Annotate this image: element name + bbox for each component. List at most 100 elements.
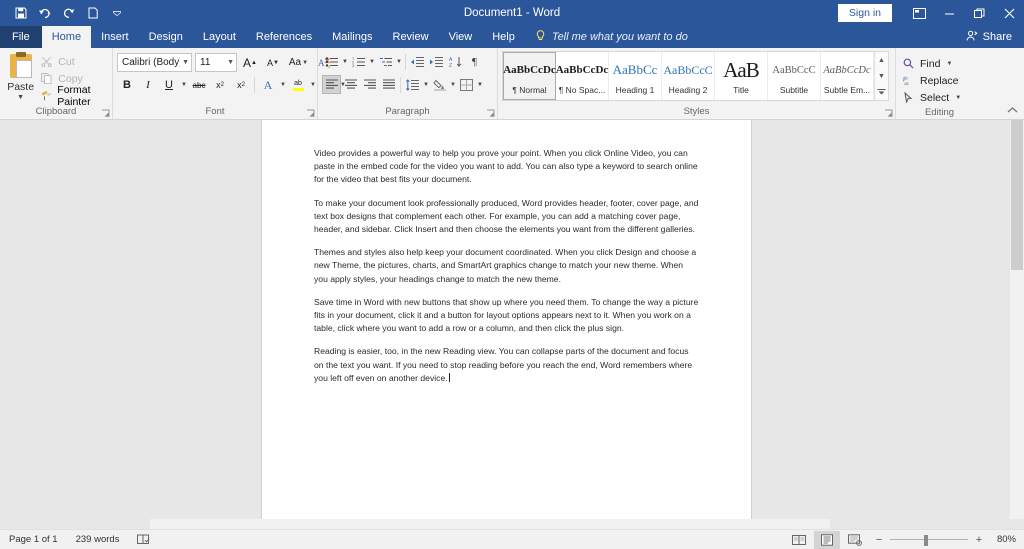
- strikethrough-button[interactable]: abc: [189, 75, 209, 95]
- horizontal-scrollbar[interactable]: [0, 519, 1024, 529]
- underline-button[interactable]: U: [159, 75, 179, 95]
- select-caret-icon[interactable]: ▼: [954, 95, 962, 101]
- paragraph[interactable]: To make your document look professionall…: [314, 197, 699, 237]
- multilevel-caret-icon[interactable]: ▼: [395, 59, 403, 65]
- bullets-button[interactable]: [322, 52, 341, 71]
- minimize-icon[interactable]: [934, 0, 964, 26]
- sign-in-button[interactable]: Sign in: [837, 3, 892, 23]
- close-icon[interactable]: [994, 0, 1024, 26]
- align-left-button[interactable]: [322, 75, 341, 94]
- redo-icon[interactable]: [58, 3, 80, 23]
- replace-button[interactable]: ab ac Replace: [900, 72, 959, 89]
- style-subtitle[interactable]: AaBbCcC Subtitle: [768, 52, 821, 100]
- web-layout-button[interactable]: [842, 531, 868, 549]
- paste-dropdown-caret-icon[interactable]: ▼: [17, 94, 24, 101]
- cut-button[interactable]: Cut: [37, 53, 108, 70]
- highlight-caret-icon[interactable]: ▼: [309, 82, 317, 88]
- word-count[interactable]: 239 words: [67, 534, 129, 545]
- styles-scroll-up-icon[interactable]: ▲: [875, 52, 888, 68]
- document-text-body[interactable]: Video provides a powerful way to help yo…: [262, 120, 751, 385]
- styles-scroll-down-icon[interactable]: ▼: [875, 68, 888, 84]
- align-center-button[interactable]: [341, 75, 360, 94]
- italic-button[interactable]: I: [138, 75, 158, 95]
- paragraph[interactable]: Themes and styles also help keep your do…: [314, 246, 699, 286]
- text-effects-caret-icon[interactable]: ▼: [279, 82, 287, 88]
- style-heading-1[interactable]: AaBbCc Heading 1: [609, 52, 662, 100]
- numbering-button[interactable]: 123: [349, 52, 368, 71]
- zoom-in-button[interactable]: +: [974, 534, 984, 546]
- grow-font-button[interactable]: A ▲: [240, 53, 260, 73]
- horizontal-scrollbar-thumb[interactable]: [150, 519, 830, 529]
- touch-mode-icon[interactable]: [82, 3, 104, 23]
- numbering-caret-icon[interactable]: ▼: [368, 59, 376, 65]
- styles-more-icon[interactable]: [875, 84, 888, 100]
- zoom-slider-control[interactable]: − +: [870, 534, 988, 546]
- style-subtle-emphasis[interactable]: AaBbCcDc Subtle Em...: [821, 52, 874, 100]
- bold-button[interactable]: B: [117, 75, 137, 95]
- shading-button[interactable]: [430, 75, 449, 94]
- zoom-slider-handle[interactable]: [924, 534, 928, 546]
- underline-dropdown-caret-icon[interactable]: ▼: [180, 82, 188, 88]
- style-heading-2[interactable]: AaBbCcC Heading 2: [662, 52, 715, 100]
- style-title[interactable]: AaB Title: [715, 52, 768, 100]
- style-no-spacing[interactable]: AaBbCcDc ¶ No Spac...: [556, 52, 609, 100]
- tab-layout[interactable]: Layout: [193, 26, 246, 48]
- tab-help[interactable]: Help: [482, 26, 525, 48]
- font-size-combo[interactable]: 11 ▼: [195, 53, 237, 72]
- page-indicator[interactable]: Page 1 of 1: [0, 534, 67, 545]
- document-canvas[interactable]: Video provides a powerful way to help yo…: [0, 120, 1024, 519]
- multilevel-list-button[interactable]: [376, 52, 395, 71]
- styles-dialog-launcher[interactable]: [884, 109, 893, 118]
- shading-caret-icon[interactable]: ▼: [449, 82, 457, 88]
- justify-button[interactable]: [379, 75, 398, 94]
- line-spacing-button[interactable]: [403, 75, 422, 94]
- paragraph[interactable]: Video provides a powerful way to help yo…: [314, 147, 699, 187]
- increase-indent-button[interactable]: [427, 52, 446, 71]
- text-highlight-color-button[interactable]: ab: [288, 75, 308, 95]
- tab-view[interactable]: View: [439, 26, 483, 48]
- bullets-caret-icon[interactable]: ▼: [341, 59, 349, 65]
- paragraph[interactable]: Save time in Word with new buttons that …: [314, 296, 699, 336]
- sort-button[interactable]: AZ: [446, 52, 465, 71]
- find-caret-icon[interactable]: ▼: [945, 61, 953, 67]
- paragraph-with-caret[interactable]: Reading is easier, too, in the new Readi…: [314, 345, 699, 385]
- tab-file[interactable]: File: [0, 26, 42, 48]
- document-page[interactable]: Video provides a powerful way to help yo…: [262, 120, 751, 519]
- paragraph-dialog-launcher[interactable]: [486, 109, 495, 118]
- collapse-ribbon-icon[interactable]: [1004, 103, 1020, 117]
- text-effects-button[interactable]: A: [258, 75, 278, 95]
- read-mode-button[interactable]: [786, 531, 812, 549]
- align-right-button[interactable]: [360, 75, 379, 94]
- borders-caret-icon[interactable]: ▼: [476, 82, 484, 88]
- tab-home[interactable]: Home: [41, 26, 92, 48]
- tab-mailings[interactable]: Mailings: [322, 26, 382, 48]
- font-dialog-launcher[interactable]: [306, 109, 315, 118]
- font-name-combo[interactable]: Calibri (Body) ▼: [117, 53, 192, 72]
- tab-references[interactable]: References: [246, 26, 322, 48]
- zoom-level-label[interactable]: 80%: [990, 534, 1016, 545]
- style-normal[interactable]: AaBbCcDc ¶ Normal: [503, 52, 556, 100]
- tell-me-search[interactable]: Tell me what you want to do: [525, 26, 698, 48]
- format-painter-button[interactable]: Format Painter: [37, 84, 108, 108]
- customize-qat-icon[interactable]: [106, 3, 128, 23]
- save-icon[interactable]: [10, 3, 32, 23]
- subscript-button[interactable]: x2: [210, 75, 230, 95]
- tab-review[interactable]: Review: [383, 26, 439, 48]
- vertical-scrollbar-thumb[interactable]: [1011, 120, 1023, 270]
- zoom-slider[interactable]: [890, 534, 968, 546]
- ribbon-display-options-icon[interactable]: [904, 0, 934, 26]
- clipboard-dialog-launcher[interactable]: [101, 109, 110, 118]
- superscript-button[interactable]: x2: [231, 75, 251, 95]
- undo-icon[interactable]: [34, 3, 56, 23]
- show-formatting-marks-button[interactable]: ¶: [465, 52, 484, 71]
- tab-design[interactable]: Design: [139, 26, 193, 48]
- restore-icon[interactable]: [964, 0, 994, 26]
- decrease-indent-button[interactable]: [408, 52, 427, 71]
- borders-button[interactable]: [457, 75, 476, 94]
- paste-button[interactable]: Paste ▼: [4, 50, 37, 101]
- find-button[interactable]: Find ▼: [900, 55, 953, 72]
- line-spacing-caret-icon[interactable]: ▼: [422, 82, 430, 88]
- zoom-out-button[interactable]: −: [874, 534, 884, 546]
- change-case-button[interactable]: Aa ▼: [286, 53, 312, 73]
- select-button[interactable]: Select ▼: [900, 89, 962, 106]
